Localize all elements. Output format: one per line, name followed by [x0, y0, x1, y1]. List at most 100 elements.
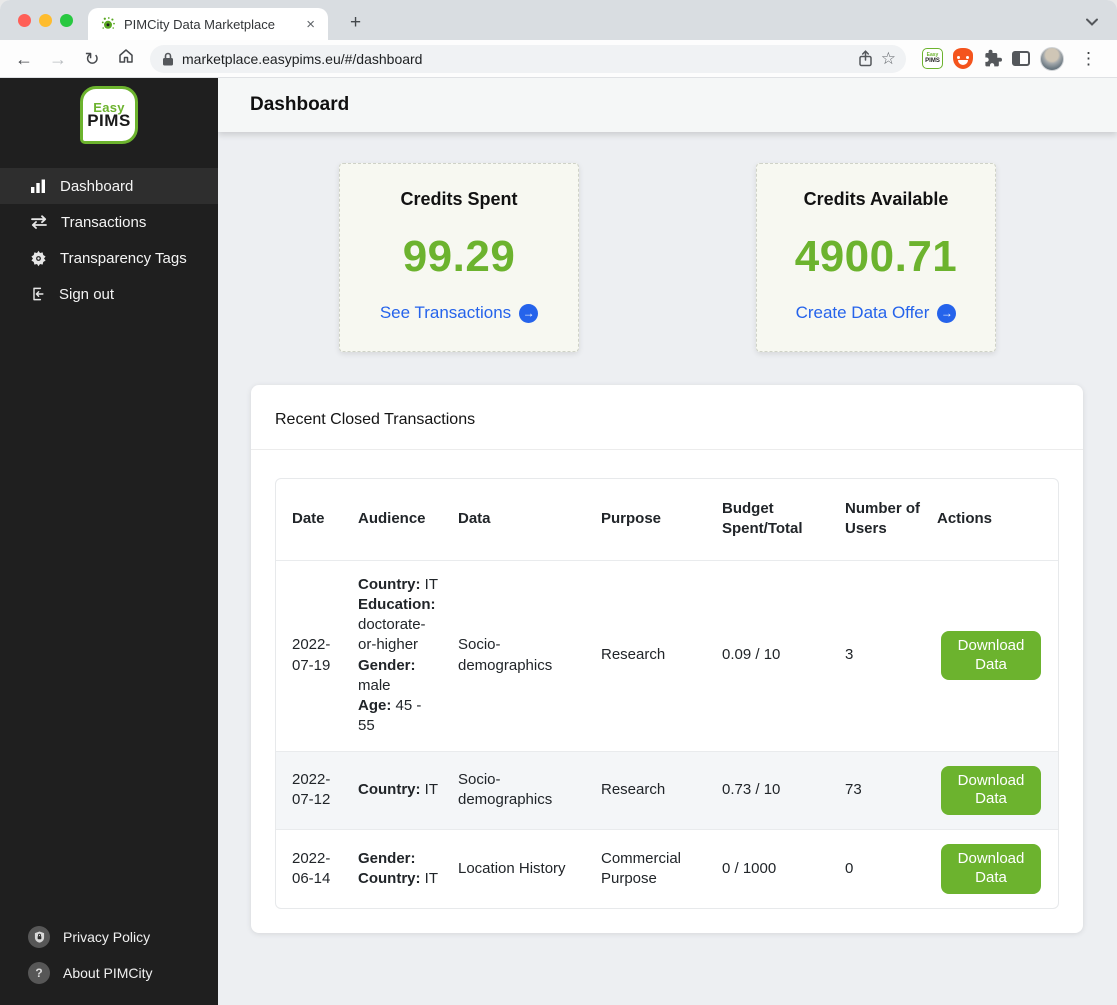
card-title: Credits Spent [400, 189, 518, 209]
sidebar-item-label: Dashboard [60, 177, 134, 195]
home-icon[interactable] [112, 45, 140, 73]
transaction-row: 2022-07-12 Country: IT Socio-demographic… [276, 751, 1058, 830]
download-data-button[interactable]: Download Data [941, 630, 1041, 681]
create-data-offer-link[interactable]: Create Data Offer → [796, 303, 957, 323]
bookmark-star-icon[interactable]: ☆ [881, 49, 896, 69]
sidebar-footer: Privacy Policy ? About PIMCity [0, 919, 218, 1005]
cell-budget: 0.73 / 10 [722, 781, 781, 799]
extensions-puzzle-icon[interactable] [983, 49, 1002, 68]
cell-date: 2022-07-19 [292, 636, 331, 674]
address-bar[interactable]: marketplace.easypims.eu/#/dashboard ☆ [150, 44, 906, 73]
tab-close-icon[interactable]: × [303, 16, 318, 33]
page-title: Dashboard [250, 94, 350, 115]
sidebar-item-transparency-tags[interactable]: Transparency Tags [0, 240, 218, 276]
cell-actions: Download Data [929, 830, 1058, 908]
arrow-circle-icon: → [519, 303, 539, 323]
see-transactions-link[interactable]: See Transactions → [379, 303, 539, 323]
cell-audience: Gender: Country: IT [358, 849, 438, 887]
back-icon[interactable]: ← [10, 45, 38, 73]
sidebar-item-transactions[interactable]: Transactions [0, 204, 218, 240]
tab-search-chevron-icon[interactable] [1085, 14, 1099, 32]
stats-row: Credits Spent 99.29 See Transactions → C… [218, 163, 1117, 352]
sidebar-item-label: Transparency Tags [60, 249, 187, 267]
cell-data: Socio-demographics [458, 636, 553, 674]
column-header-purpose: Purpose [601, 510, 662, 528]
sidebar: Easy PIMS Dashboard Transactions Transpa… [0, 78, 218, 1005]
extensions-area: Easy PIMS ⋮ [912, 46, 1107, 71]
sidebar-item-label: Privacy Policy [63, 929, 151, 945]
browser-menu-kebab-icon[interactable]: ⋮ [1074, 49, 1103, 69]
new-tab-button[interactable]: + [346, 12, 365, 34]
sidebar-item-label: Sign out [59, 285, 115, 303]
close-window-button[interactable] [18, 14, 31, 27]
sidebar-item-label: Transactions [61, 213, 147, 231]
cell-budget: 0.09 / 10 [722, 646, 781, 664]
cell-actions: Download Data [929, 560, 1058, 751]
cell-purpose: Commercial Purpose [601, 849, 682, 887]
shield-lock-icon [28, 926, 50, 948]
browser-window: PIMCity Data Marketplace × + ← → ↻ marke… [0, 0, 1117, 1005]
side-panel-icon[interactable] [1012, 51, 1030, 66]
credits-available-card: Credits Available 4900.71 Create Data Of… [756, 163, 996, 352]
bar-chart-icon [31, 179, 45, 193]
sidebar-item-dashboard[interactable]: Dashboard [0, 168, 218, 204]
credits-spent-card: Credits Spent 99.29 See Transactions → [339, 163, 579, 352]
cell-audience: Country: IT Education: doctorate-or-highe… [358, 575, 438, 735]
column-header-audience: Audience [358, 510, 426, 528]
cell-users: 73 [845, 781, 862, 799]
minimize-window-button[interactable] [39, 14, 52, 27]
url-text[interactable]: marketplace.easypims.eu/#/dashboard [182, 51, 850, 67]
recent-transactions-panel: Recent Closed Transactions Date Audience… [251, 385, 1083, 933]
sidebar-item-sign-out[interactable]: Sign out [0, 276, 218, 312]
sidebar-item-privacy-policy[interactable]: Privacy Policy [0, 919, 218, 955]
sidebar-item-about-pimcity[interactable]: ? About PIMCity [0, 955, 218, 991]
reload-icon[interactable]: ↻ [78, 45, 106, 73]
column-header-date: Date [292, 510, 325, 528]
cell-actions: Download Data [929, 751, 1058, 830]
cell-date: 2022-07-12 [292, 771, 331, 809]
browser-tab-active[interactable]: PIMCity Data Marketplace × [88, 8, 328, 40]
link-label: Create Data Offer [795, 303, 930, 322]
share-icon[interactable] [858, 50, 873, 67]
arrow-circle-icon: → [937, 303, 957, 323]
cell-audience: Country: IT [358, 781, 438, 799]
cell-budget: 0 / 1000 [722, 859, 777, 877]
browser-toolbar: ← → ↻ marketplace.easypims.eu/#/dashboar… [0, 40, 1117, 78]
panel-title: Recent Closed Transactions [251, 385, 1083, 450]
easypims-extension-icon[interactable]: Easy PIMS [922, 48, 943, 69]
window-controls [18, 14, 73, 27]
exchange-arrows-icon [31, 215, 47, 229]
transactions-table: Date Audience Data Purpose Budget Spent/… [275, 478, 1059, 909]
transaction-row: 2022-06-14 Gender: Country: IT Location … [276, 829, 1058, 908]
forward-icon[interactable]: → [44, 45, 72, 73]
cell-date: 2022-06-14 [292, 849, 331, 887]
table-header-row: Date Audience Data Purpose Budget Spent/… [276, 479, 1058, 560]
tab-strip: PIMCity Data Marketplace × + [0, 0, 1117, 40]
column-header-data: Data [458, 510, 491, 528]
link-label: See Transactions [379, 303, 512, 322]
download-data-button[interactable]: Download Data [941, 844, 1041, 894]
credits-available-value: 4900.71 [794, 231, 958, 281]
page-header: Dashboard [218, 78, 1117, 132]
sidebar-nav: Dashboard Transactions Transparency Tags… [0, 168, 218, 312]
pimcity-favicon-icon [100, 16, 116, 32]
gear-icon [31, 250, 46, 266]
column-header-actions: Actions [937, 510, 993, 528]
cell-users: 0 [845, 859, 854, 877]
lock-icon [162, 52, 174, 66]
sign-out-icon [33, 287, 44, 301]
fullscreen-window-button[interactable] [60, 14, 73, 27]
download-data-button[interactable]: Download Data [941, 765, 1041, 815]
cell-purpose: Research [601, 646, 666, 664]
cell-data: Socio-demographics [458, 771, 553, 809]
transaction-row: 2022-07-19 Country: IT Education: doctora… [276, 560, 1058, 751]
profile-avatar[interactable] [1040, 46, 1064, 71]
card-title: Credits Available [803, 189, 949, 209]
tab-title: PIMCity Data Marketplace [124, 16, 275, 32]
logo-pims-text: PIMS [87, 111, 131, 130]
sidebar-item-label: About PIMCity [63, 965, 153, 981]
question-icon: ? [28, 962, 50, 984]
cell-purpose: Research [601, 781, 666, 799]
orange-smiley-extension-icon[interactable] [953, 48, 973, 69]
cell-data: Location History [458, 859, 566, 877]
